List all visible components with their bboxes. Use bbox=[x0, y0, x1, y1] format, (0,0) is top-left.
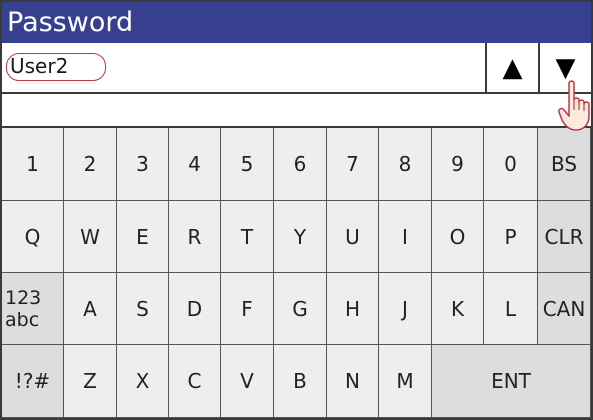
user-selector-row: User2 ▲ ▼ bbox=[2, 43, 591, 94]
key-y[interactable]: Y bbox=[274, 201, 327, 273]
key-5[interactable]: 5 bbox=[221, 128, 274, 201]
key-3[interactable]: 3 bbox=[117, 128, 169, 201]
key-f[interactable]: F bbox=[221, 273, 274, 345]
enter-key[interactable]: ENT bbox=[432, 345, 591, 418]
down-arrow-icon: ▼ bbox=[555, 52, 576, 83]
key-j[interactable]: J bbox=[379, 273, 432, 345]
key-e[interactable]: E bbox=[117, 201, 169, 273]
password-window: Password User2 ▲ ▼ 1 2 3 4 5 6 7 8 9 0 B… bbox=[0, 0, 593, 420]
key-c[interactable]: C bbox=[169, 345, 221, 418]
key-g[interactable]: G bbox=[274, 273, 327, 345]
key-7[interactable]: 7 bbox=[327, 128, 379, 201]
user-name-field[interactable]: User2 bbox=[6, 53, 106, 81]
key-0[interactable]: 0 bbox=[484, 128, 538, 201]
key-l[interactable]: L bbox=[484, 273, 538, 345]
key-m[interactable]: M bbox=[379, 345, 432, 418]
key-o[interactable]: O bbox=[432, 201, 484, 273]
key-h[interactable]: H bbox=[327, 273, 379, 345]
key-p[interactable]: P bbox=[484, 201, 538, 273]
on-screen-keyboard: 1 2 3 4 5 6 7 8 9 0 BS Q W E R T Y U I O… bbox=[2, 128, 591, 418]
backspace-key[interactable]: BS bbox=[538, 128, 591, 201]
key-2[interactable]: 2 bbox=[64, 128, 117, 201]
symbol-mode-key[interactable]: !?# bbox=[2, 345, 64, 418]
key-6[interactable]: 6 bbox=[274, 128, 327, 201]
key-w[interactable]: W bbox=[64, 201, 117, 273]
key-u[interactable]: U bbox=[327, 201, 379, 273]
key-4[interactable]: 4 bbox=[169, 128, 221, 201]
cancel-key[interactable]: CAN bbox=[538, 273, 591, 345]
key-q[interactable]: Q bbox=[2, 201, 64, 273]
key-z[interactable]: Z bbox=[64, 345, 117, 418]
key-r[interactable]: R bbox=[169, 201, 221, 273]
key-n[interactable]: N bbox=[327, 345, 379, 418]
key-k[interactable]: K bbox=[432, 273, 484, 345]
clear-key[interactable]: CLR bbox=[538, 201, 591, 273]
key-d[interactable]: D bbox=[169, 273, 221, 345]
key-a[interactable]: A bbox=[64, 273, 117, 345]
key-s[interactable]: S bbox=[117, 273, 169, 345]
key-b[interactable]: B bbox=[274, 345, 327, 418]
up-arrow-icon: ▲ bbox=[502, 52, 523, 83]
numeric-mode-key[interactable]: 123 abc bbox=[2, 273, 64, 345]
key-x[interactable]: X bbox=[117, 345, 169, 418]
password-field[interactable] bbox=[2, 94, 591, 128]
previous-user-button[interactable]: ▲ bbox=[485, 43, 538, 92]
key-i[interactable]: I bbox=[379, 201, 432, 273]
key-8[interactable]: 8 bbox=[379, 128, 432, 201]
key-1[interactable]: 1 bbox=[2, 128, 64, 201]
key-9[interactable]: 9 bbox=[432, 128, 484, 201]
next-user-button[interactable]: ▼ bbox=[538, 43, 591, 92]
window-title: Password bbox=[2, 2, 591, 43]
key-v[interactable]: V bbox=[221, 345, 274, 418]
key-t[interactable]: T bbox=[221, 201, 274, 273]
